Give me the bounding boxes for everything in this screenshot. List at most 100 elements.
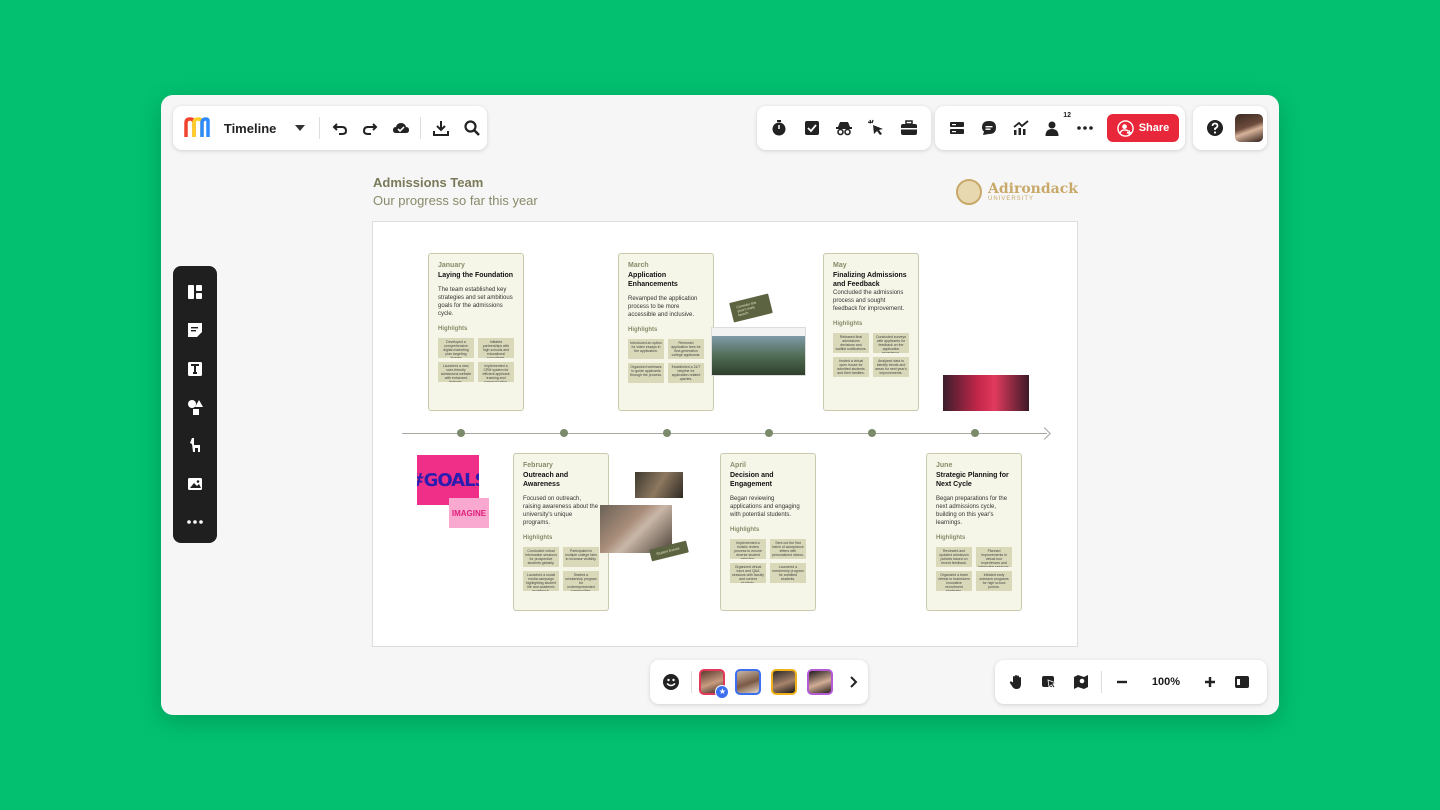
tools-toolbar <box>757 106 931 150</box>
timeline-dot[interactable] <box>868 429 876 437</box>
app-logo[interactable] <box>183 116 212 140</box>
avatar[interactable] <box>735 669 762 695</box>
website-header <box>712 328 805 336</box>
minimap-icon[interactable] <box>1226 666 1258 698</box>
card-title: Outreach and Awareness <box>523 472 569 488</box>
user-avatar[interactable] <box>1235 114 1263 142</box>
highlight-note[interactable]: Established a 24/7 helpline for applicat… <box>668 363 704 383</box>
highlight-note[interactable]: Implemented a CRM system for efficient a… <box>478 362 514 382</box>
timer-icon[interactable] <box>763 112 795 144</box>
avatar[interactable] <box>771 669 798 695</box>
download-icon[interactable] <box>425 112 456 144</box>
highlight-note[interactable]: Started a scholarship program for underr… <box>563 571 599 591</box>
timeline-card[interactable]: April Decision and Engagement Began revi… <box>720 453 816 611</box>
llama-icon[interactable] <box>177 428 213 463</box>
card-description: Began reviewing applications and engagin… <box>730 496 800 518</box>
highlight-note[interactable]: Sent out the first batch of acceptance l… <box>770 539 806 559</box>
highlight-note[interactable]: Launched a social media campaign highlig… <box>523 571 559 591</box>
highlight-note[interactable]: Organized webinars to guide applicants t… <box>628 363 664 383</box>
timeline-card[interactable]: May Finalizing Admissions and Feedback C… <box>823 253 919 411</box>
divider <box>690 671 692 693</box>
logo-name: Adirondack <box>988 181 1078 197</box>
event-photo[interactable] <box>943 375 1029 411</box>
map-pin-icon[interactable] <box>1065 666 1097 698</box>
board-subtitle: Our progress so far this year <box>373 193 538 208</box>
board-title: Admissions Team <box>373 175 484 190</box>
emoji-icon[interactable] <box>656 666 687 698</box>
highlight-note[interactable]: Organized a team retreat to brainstorm i… <box>936 571 972 591</box>
student-photo[interactable] <box>635 472 683 498</box>
campus-screenshot[interactable] <box>711 327 806 376</box>
highlight-note[interactable]: Introduced an option for video essays in… <box>628 339 664 359</box>
highlight-note[interactable]: Launched a mentorship program for admitt… <box>770 563 806 583</box>
more-icon[interactable] <box>1069 112 1101 144</box>
highlight-note[interactable]: Conducted surveys with applicants for fe… <box>873 333 909 353</box>
avatar[interactable]: ★ <box>699 669 730 699</box>
highlight-note[interactable]: Reviewed and updated admission policies … <box>936 547 972 567</box>
text-icon[interactable] <box>177 351 213 386</box>
hand-icon[interactable] <box>1001 666 1033 698</box>
timeline-dot[interactable] <box>457 429 465 437</box>
cloud-saved-icon[interactable] <box>386 112 417 144</box>
highlight-note[interactable]: Removed application fees for first-gener… <box>668 339 704 359</box>
timeline-dot[interactable] <box>560 429 568 437</box>
timeline-card[interactable]: June Strategic Planning for Next Cycle B… <box>926 453 1022 611</box>
card-month: June <box>936 462 953 469</box>
account-toolbar <box>1193 106 1267 150</box>
timeline-dot[interactable] <box>971 429 979 437</box>
zoom-in-icon[interactable] <box>1194 666 1226 698</box>
highlight-note[interactable]: Initiated partnerships with high schools… <box>478 338 514 358</box>
highlight-note[interactable]: Analyzed data to identify trends and are… <box>873 357 909 377</box>
timeline-card[interactable]: March Application Enhancements Revamped … <box>618 253 714 411</box>
timeline-dot[interactable] <box>663 429 671 437</box>
highlight-note[interactable]: Participated in multiple college fairs t… <box>563 547 599 567</box>
divider <box>420 117 422 139</box>
card-highlights-label: Highlights <box>936 535 966 541</box>
toolbox-icon[interactable] <box>893 112 925 144</box>
zoom-out-icon[interactable] <box>1106 666 1138 698</box>
timeline-frame[interactable]: January Laying the Foundation The team e… <box>372 221 1078 647</box>
divider <box>319 117 321 139</box>
presentation-pointer-icon[interactable] <box>1033 666 1065 698</box>
activity-chart-icon[interactable] <box>1005 112 1037 144</box>
chevron-right-icon[interactable] <box>837 666 868 698</box>
zoom-level[interactable]: 100% <box>1138 676 1194 688</box>
highlight-note[interactable]: Developed a comprehensive digital market… <box>438 338 474 358</box>
highlight-note[interactable]: Released final admissions decisions and … <box>833 333 869 353</box>
timeline-card[interactable]: February Outreach and Awareness Focused … <box>513 453 609 611</box>
redo-icon[interactable] <box>355 112 386 144</box>
card-title: Laying the Foundation <box>438 272 514 279</box>
avatar[interactable] <box>807 669 834 695</box>
help-icon[interactable] <box>1199 112 1231 144</box>
highlight-note[interactable]: Initiated early outreach programs for hi… <box>976 571 1012 591</box>
board-name[interactable]: Timeline <box>224 121 277 136</box>
divider <box>1101 671 1102 693</box>
card-title: Finalizing Admissions and Feedback <box>833 272 907 288</box>
search-icon[interactable] <box>456 112 487 144</box>
imagine-sticker[interactable]: IMAGINE <box>449 498 489 528</box>
timeline-dot[interactable] <box>765 429 773 437</box>
timeline-card[interactable]: January Laying the Foundation The team e… <box>428 253 524 411</box>
panels-icon[interactable] <box>941 112 973 144</box>
sticky-note-icon[interactable] <box>177 312 213 347</box>
highlight-note[interactable]: Implemented a holistic review process to… <box>730 539 766 559</box>
chevron-down-icon[interactable] <box>284 112 315 144</box>
more-tools-icon[interactable] <box>177 505 213 540</box>
highlight-note[interactable]: Planned improvements in virtual tour exp… <box>976 547 1012 567</box>
image-icon[interactable] <box>177 466 213 501</box>
checkbox-icon[interactable] <box>796 112 828 144</box>
cursor-click-icon[interactable] <box>860 112 892 144</box>
undo-icon[interactable] <box>324 112 355 144</box>
highlight-note[interactable]: Organized virtual tours and Q&A sessions… <box>730 563 766 583</box>
incognito-icon[interactable] <box>828 112 860 144</box>
templates-icon[interactable] <box>177 274 213 309</box>
highlight-note[interactable]: Conducted virtual information sessions f… <box>523 547 559 567</box>
card-highlights-label: Highlights <box>628 327 658 333</box>
comment-icon[interactable] <box>973 112 1005 144</box>
highlight-note[interactable]: Launched a new, user-friendly admissions… <box>438 362 474 382</box>
share-button[interactable]: Share <box>1107 114 1179 142</box>
sticky-tag[interactable]: Consider this year's early launch <box>729 293 773 323</box>
shapes-icon[interactable] <box>177 389 213 424</box>
collaborators-icon[interactable]: 12 <box>1037 112 1071 144</box>
highlight-note[interactable]: Hosted a virtual open house for admitted… <box>833 357 869 377</box>
